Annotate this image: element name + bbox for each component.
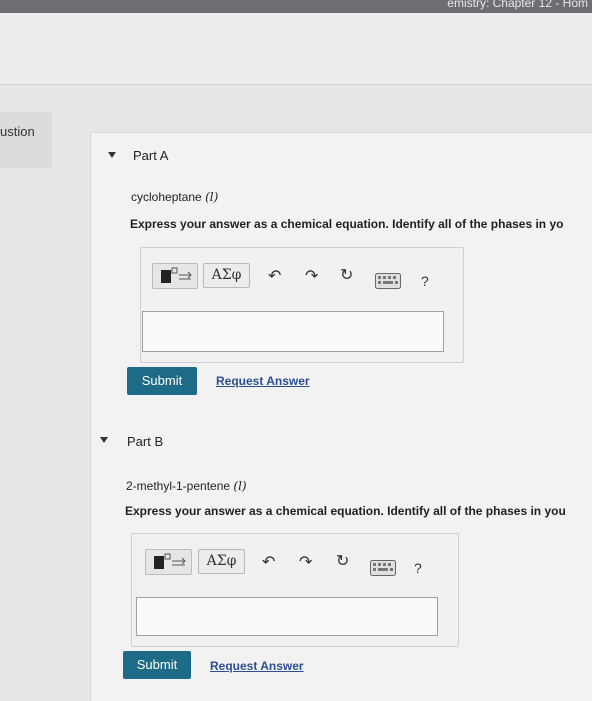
part-a-request-answer-link[interactable]: Request Answer [216,374,310,388]
part-b-templates-button[interactable] [145,549,192,575]
part-a-title[interactable]: Part A [133,148,168,163]
part-a-instruction: Express your answer as a chemical equati… [130,217,564,231]
part-a-keyboard-icon[interactable] [375,273,401,289]
collapse-caret-icon[interactable] [108,152,116,158]
part-b-redo-icon[interactable]: ↷ [299,552,312,572]
page-header [0,13,592,85]
part-a-templates-button[interactable] [152,263,198,289]
window-title: emistry: Chapter 12 - Hom [447,0,588,10]
part-b-reset-icon[interactable]: ↻ [336,551,349,571]
part-b-instruction: Express your answer as a chemical equati… [125,504,566,518]
part-b-phase: (l) [233,479,247,493]
part-b-title[interactable]: Part B [127,434,163,449]
part-b-compound: 2-methyl-1-pentene [126,479,231,493]
sidebar-tab-question[interactable]: ustion [0,112,52,168]
header-divider [0,84,592,85]
part-b-greek-symbols-button[interactable]: ΑΣφ [198,549,245,574]
part-b-question: 2-methyl-1-pentene (l) [126,479,247,493]
sidebar-tab-label: ustion [0,124,35,139]
part-a-compound: cycloheptane [131,190,202,204]
part-a-greek-symbols-button[interactable]: ΑΣφ [203,263,250,288]
part-b-submit-button[interactable]: Submit [123,651,191,679]
part-a-redo-icon[interactable]: ↷ [305,266,318,286]
part-a-reset-icon[interactable]: ↻ [340,265,353,285]
part-b-answer-input[interactable] [136,597,438,636]
part-b-keyboard-icon[interactable] [370,560,396,576]
part-a-phase: (l) [205,190,219,204]
part-b-help-icon[interactable]: ? [414,560,422,576]
part-b-undo-icon[interactable]: ↶ [262,552,275,572]
window-title-bar: emistry: Chapter 12 - Hom [0,0,592,13]
part-a-submit-button[interactable]: Submit [127,367,197,395]
part-a-undo-icon[interactable]: ↶ [268,266,281,286]
collapse-caret-icon[interactable] [100,437,108,443]
templates-icon [154,553,186,569]
part-a-question: cycloheptane (l) [131,190,218,204]
part-b-request-answer-link[interactable]: Request Answer [210,659,304,673]
part-a-help-icon[interactable]: ? [421,273,429,289]
part-a-answer-input[interactable] [142,311,444,352]
templates-icon [161,267,192,283]
